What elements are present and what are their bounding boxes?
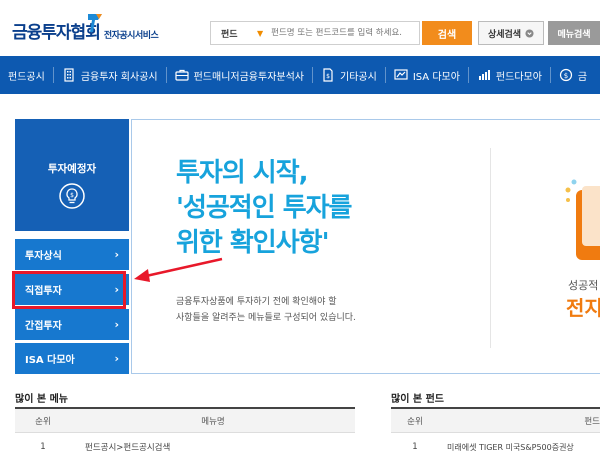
- search-input[interactable]: [271, 28, 412, 38]
- nav-item-label: 금: [577, 71, 588, 83]
- nav-item-more[interactable]: $ 금: [551, 56, 595, 94]
- table-row[interactable]: 1 펀드공시>펀드공시검색: [15, 433, 355, 461]
- briefcase-icon: [174, 69, 189, 81]
- chevron-down-icon: [525, 28, 534, 38]
- rank-cell: 1: [40, 442, 46, 452]
- hero-title: 투자의 시작, '성공적인 투자를 위한 확인사항': [176, 156, 352, 261]
- search-button[interactable]: 검색: [422, 21, 472, 45]
- nav-item-fund-manager[interactable]: 펀드매니저금융투자분석사: [167, 56, 312, 94]
- building-icon: [64, 68, 74, 82]
- nav-item-fund-disclosure[interactable]: 펀드공시: [0, 56, 53, 94]
- nav-item-fund-damoa[interactable]: 펀드다모아: [469, 56, 550, 94]
- hero-desc-line: 금융투자상품에 투자하기 전에 확인해야 할: [176, 297, 337, 307]
- logo[interactable]: 금융투자협회 전자공시서비스: [12, 14, 159, 43]
- coin-icon: $: [559, 68, 573, 82]
- popular-menu-table: 순위 메뉴명 1 펀드공시>펀드공시검색: [15, 407, 355, 461]
- nav-item-label: ISA 다모아: [412, 71, 460, 83]
- sidebar-header: 투자예정자 $: [15, 119, 129, 231]
- isa-icon: [394, 69, 408, 80]
- hero-title-line: '성공적인 투자를: [176, 193, 352, 223]
- table-row[interactable]: 1 미래에셋 TIGER 미국S&P500증권상: [391, 433, 600, 461]
- column-header: 순위: [35, 416, 51, 427]
- svg-text:$: $: [326, 73, 330, 80]
- sidebar-item-indirect-investment[interactable]: 간접투자 ›: [15, 309, 129, 340]
- rank-cell: 1: [412, 442, 418, 452]
- hero-illustration-icon: [565, 179, 600, 260]
- hero-desc-line: 사항들을 알려주는 메뉴들로 구성되어 있습니다.: [176, 313, 356, 323]
- hero-banner: 투자의 시작, '성공적인 투자를 위한 확인사항' 금융투자상품에 투자하기 …: [131, 119, 600, 374]
- table-header: 순위 펀드: [391, 409, 600, 433]
- menu-search-button[interactable]: 메뉴검색: [548, 21, 600, 45]
- logo-mark-icon: [88, 14, 102, 32]
- hero-description: 금융투자상품에 투자하기 전에 확인해야 할 사항들을 알려주는 메뉴들로 구성…: [176, 294, 356, 326]
- lightbulb-icon: $: [59, 183, 85, 209]
- nav-item-label: 펀드매니저금융투자분석사: [193, 71, 304, 83]
- table-header: 순위 메뉴명: [15, 409, 355, 433]
- fund-name-cell[interactable]: 미래에셋 TIGER 미국S&P500증권상: [439, 442, 600, 453]
- chevron-down-icon[interactable]: ▼: [257, 29, 263, 38]
- popular-fund-table: 순위 펀드 1 미래에셋 TIGER 미국S&P500증권상: [391, 407, 600, 461]
- svg-text:$: $: [70, 192, 74, 199]
- logo-sub-text: 전자공시서비스: [103, 31, 159, 41]
- bar-chart-icon: [478, 70, 490, 80]
- column-header: 메뉴명: [201, 416, 225, 427]
- sidebar-item-label: 간접투자: [25, 321, 62, 332]
- nav-item-company-disclosure[interactable]: 금융투자 회사공시: [54, 56, 166, 94]
- main-nav: 펀드공시 금융투자 회사공시 펀드매니저금융투자분석사 $ 기타공시 ISA 다…: [0, 56, 600, 94]
- document-icon: $: [323, 68, 333, 82]
- detail-search-label: 상세검색: [487, 29, 522, 40]
- sidebar-item-label: 투자상식: [25, 251, 62, 262]
- search-category-select[interactable]: 펀드: [211, 27, 257, 40]
- search-box: 펀드 ▼: [210, 21, 420, 45]
- nav-item-label: 펀드다모아: [495, 71, 542, 83]
- hero-divider: [490, 148, 491, 348]
- arrow-icon: [134, 257, 223, 282]
- svg-text:$: $: [564, 72, 568, 80]
- highlight-box: [12, 271, 126, 309]
- column-header: 펀드: [584, 416, 600, 427]
- sidebar-item-isa-damoa[interactable]: ISA 다모아 ›: [15, 343, 129, 374]
- popular-menu-title: 많이 본 메뉴: [15, 394, 68, 405]
- nav-item-label: 금융투자 회사공시: [80, 71, 158, 83]
- chevron-right-icon: ›: [114, 318, 119, 331]
- header: 금융투자협회 전자공시서비스 펀드 ▼ 검색 상세검색 메뉴검색: [0, 0, 600, 56]
- menu-name-cell[interactable]: 펀드공시>펀드공시검색: [71, 441, 355, 453]
- sidebar-item-label: ISA 다모아: [25, 355, 75, 366]
- sidebar-title: 투자예정자: [47, 163, 97, 175]
- popular-fund-title: 많이 본 펀드: [391, 394, 444, 405]
- nav-item-label: 기타공시: [340, 71, 377, 83]
- hero-right-subtitle: 성공적: [568, 279, 599, 292]
- chevron-right-icon: ›: [114, 248, 119, 261]
- nav-item-other-disclosure[interactable]: $ 기타공시: [313, 56, 385, 94]
- chevron-right-icon: ›: [114, 352, 119, 365]
- detail-search-button[interactable]: 상세검색: [478, 21, 544, 45]
- sidebar-item-investment-basics[interactable]: 투자상식 ›: [15, 239, 129, 270]
- hero-right-title: 전지: [566, 296, 600, 320]
- nav-item-label: 펀드공시: [8, 71, 45, 83]
- hero-title-line: 투자의 시작,: [176, 158, 309, 188]
- column-header: 순위: [407, 416, 423, 427]
- nav-item-isa-damoa[interactable]: ISA 다모아: [386, 56, 468, 94]
